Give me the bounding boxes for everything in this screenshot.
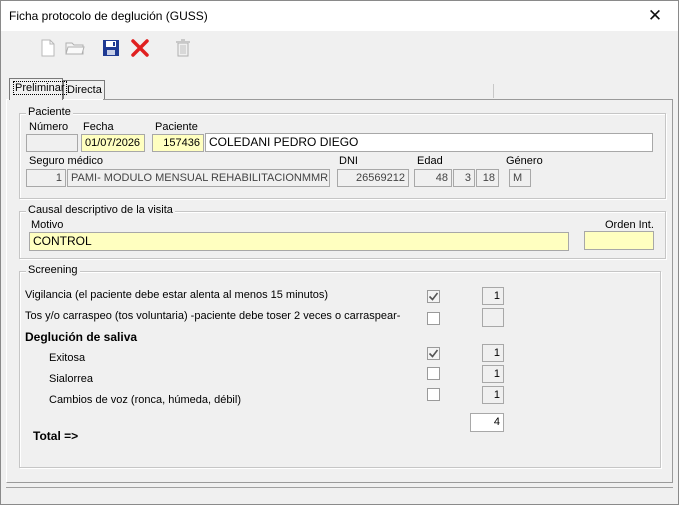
paciente-name-field[interactable]: COLEDANI PEDRO DIEGO [205,133,653,152]
edad-label: Edad [417,155,443,167]
sialorrea-checkbox[interactable] [427,367,440,380]
cambios-voz-score: 1 [482,386,504,404]
vigilancia-checkbox[interactable] [427,290,440,303]
exitosa-score: 1 [482,344,504,362]
orden-int-label: Orden Int. [605,219,654,231]
tab-panel-top-border [103,99,673,100]
fecha-label: Fecha [83,121,114,133]
tos-label: Tos y/o carraspeo (tos voluntaria) -paci… [25,310,401,322]
save-disk-icon[interactable] [100,37,122,59]
edad-days-field[interactable]: 18 [476,169,499,187]
tab-strip: Preliminar Directa [9,78,669,100]
numero-field[interactable] [26,134,78,152]
red-x-icon[interactable] [129,37,151,59]
dialog-window: Ficha protocolo de deglución (GUSS) ✕ Pr… [0,0,679,505]
edad-years-field[interactable]: 48 [414,169,452,187]
tos-checkbox[interactable] [427,312,440,325]
edad-months-field[interactable]: 3 [453,169,475,187]
vigilancia-score: 1 [482,287,504,305]
bottom-divider [6,487,673,488]
seguro-name-field[interactable]: PAMI- MODULO MENSUAL REHABILITACIONMMRI [67,169,330,187]
new-document-icon[interactable] [37,37,59,59]
title-bar: Ficha protocolo de deglución (GUSS) ✕ [1,1,678,31]
exitosa-checkbox[interactable] [427,347,440,360]
paciente-id-field[interactable]: 157436 [152,134,204,152]
seguro-label: Seguro médico [29,155,103,167]
tab-directa[interactable]: Directa [63,80,105,100]
total-label: Total => [33,429,79,443]
cambios-voz-checkbox[interactable] [427,388,440,401]
screening-legend: Screening [26,264,80,276]
dni-label: DNI [339,155,358,167]
cambios-voz-label: Cambios de voz (ronca, húmeda, débil) [49,394,241,406]
numero-label: Número [29,121,69,133]
checkmark-icon [428,349,439,358]
paciente-legend: Paciente [26,106,73,118]
vigilancia-label: Vigilancia (el paciente debe estar alent… [25,289,329,301]
deglucion-heading: Deglución de saliva [25,330,138,344]
sialorrea-score: 1 [482,365,504,383]
dni-field[interactable]: 26569212 [337,169,409,187]
motivo-label: Motivo [31,219,64,231]
motivo-field[interactable]: CONTROL [29,232,569,251]
close-button[interactable]: ✕ [632,1,678,31]
toolbar [1,31,678,65]
tab-strip-separator [493,84,494,98]
checkmark-icon [428,292,439,301]
genero-label: Género [506,155,543,167]
window-title: Ficha protocolo de deglución (GUSS) [9,9,208,23]
open-folder-icon[interactable] [64,37,86,59]
sialorrea-label: Sialorrea [49,373,94,385]
exitosa-label: Exitosa [49,352,86,364]
trash-icon[interactable] [172,37,194,59]
orden-int-field[interactable] [584,231,654,250]
genero-field[interactable]: M [509,169,531,187]
fecha-field[interactable]: 01/07/2026 [81,134,145,152]
seguro-code-field[interactable]: 1 [26,169,66,187]
total-field: 4 [470,413,504,432]
tab-preliminar[interactable]: Preliminar [9,78,67,100]
paciente-label: Paciente [155,121,198,133]
causal-legend: Causal descriptivo de la visita [26,204,175,216]
tos-score [482,308,504,327]
